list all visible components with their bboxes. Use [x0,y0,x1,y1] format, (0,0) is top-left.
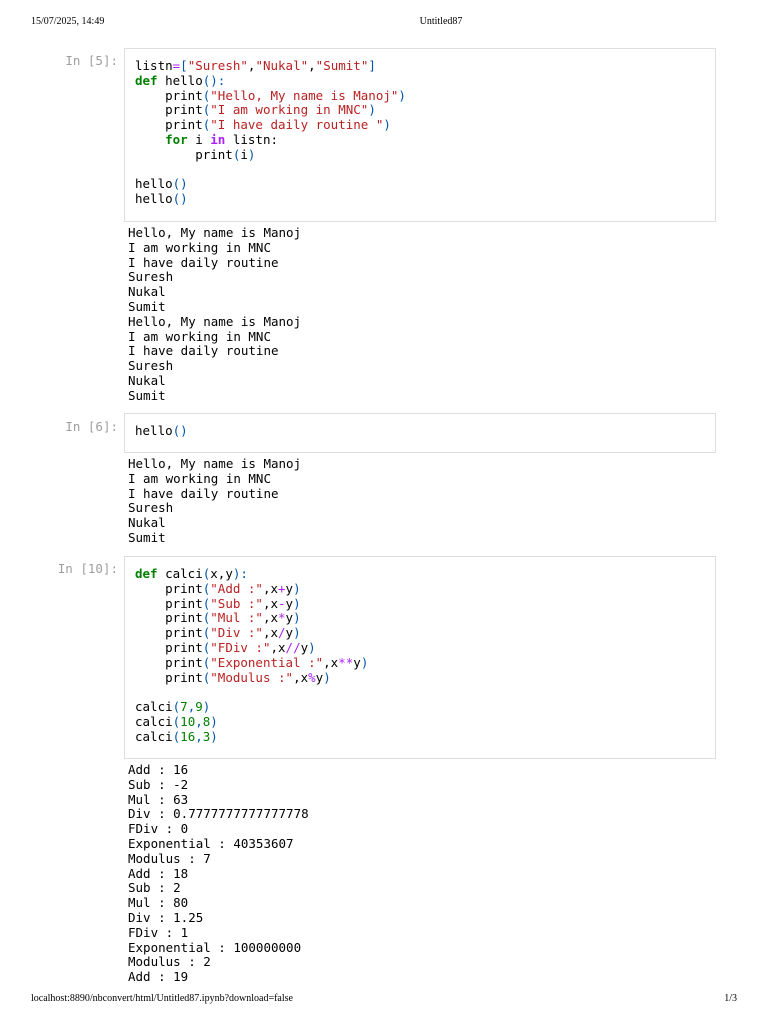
output-line: Sumit [128,387,166,403]
output-line: Add : 18 [128,865,189,881]
code-line: calci(16,3) [135,728,218,744]
output-line: Sub : -2 [128,776,189,792]
code-line: print("Modulus :",x%y) [135,669,331,685]
output-line: Sub : 2 [128,880,181,896]
print-footer: localhost:8890/nbconvert/html/Untitled87… [0,993,768,1007]
code-line: print("Mul :",x*y) [135,610,301,626]
code-line: def calci(x,y): [135,566,248,581]
code-cell-6[interactable]: hello() [124,413,716,453]
output-line: Suresh [128,358,174,374]
code-line: hello() [135,191,188,207]
output-line: Hello, My name is Manoj [128,225,302,240]
output-line: I am working in MNC [128,239,271,255]
output-line: FDiv : 0 [128,821,189,837]
cell-prompt-5: In [5]: [65,53,118,68]
cell-prompt-10: In [10]: [57,561,118,576]
code-input-10[interactable]: def calci(x,y): print("Add :",x+y) print… [125,557,715,745]
cell-prompt-6: In [6]: [65,419,118,434]
page-url: localhost:8890/nbconvert/html/Untitled87… [31,993,293,1004]
code-line: print("I am working in MNC") [135,102,376,118]
output-line: Mul : 80 [128,895,189,911]
output-line: Suresh [128,500,174,516]
output-line: I have daily routine [128,343,279,359]
output-line: Sumit [128,298,166,314]
code-line: print("Add :",x+y) [135,580,301,596]
output-line: Exponential : 100000000 [128,939,302,955]
code-line: hello() [135,176,188,192]
output-line: Div : 1.25 [128,909,204,925]
output-line: I am working in MNC [128,470,271,486]
code-line: for i in listn: [165,131,279,147]
code-line: print("FDiv :",x//y) [135,639,316,655]
code-line: listn=["Suresh","Nukal","Sumit"] [135,58,376,73]
code-line: print("Sub :",x-y) [135,595,301,611]
code-line: print("Exponential :",x**y) [135,654,369,670]
code-line: print(i) [135,146,256,162]
output-line: Suresh [128,269,174,285]
output-line: I have daily routine [128,485,279,501]
code-input-6[interactable]: hello() [125,414,715,439]
code-line: print("I have daily routine ") [135,117,391,133]
code-line: print("Hello, My name is Manoj") [135,87,406,103]
code-input-5[interactable]: listn=["Suresh","Nukal","Sumit"] def hell… [125,49,715,207]
output-line: Nukal [128,372,166,388]
cell-output-10: Add : 16 Sub : -2 Mul : 63 Div : 0.77777777… [128,762,309,985]
cell-output-6: Hello, My name is Manoj I am working in M… [128,456,302,546]
code-line: calci(7,9) [135,699,211,715]
notebook-title: Untitled87 [419,16,463,27]
print-header: 15/07/2025, 14:49 Untitled87 [0,16,768,30]
output-line: Add : 16 [128,762,189,777]
output-line: I have daily routine [128,254,279,270]
output-line: Modulus : 7 [128,850,211,866]
output-line: Exponential : 40353607 [128,835,294,851]
code-cell-10[interactable]: def calci(x,y): print("Add :",x+y) print… [124,556,716,759]
code-line: print("Div :",x/y) [135,625,301,641]
output-line: FDiv : 1 [128,924,189,940]
output-line: Hello, My name is Manoj [128,456,302,471]
code-cell-5[interactable]: listn=["Suresh","Nukal","Sumit"] def hell… [124,48,716,222]
code-line: calci(10,8) [135,713,218,729]
output-line: Add : 19 [128,969,189,985]
output-line: Hello, My name is Manoj [128,313,302,329]
cell-output-5: Hello, My name is Manoj I am working in M… [128,225,302,404]
output-line: I am working in MNC [128,328,271,344]
output-line: Sumit [128,529,166,545]
code-line: def hello(): [135,72,226,88]
output-line: Nukal [128,515,166,531]
output-line: Nukal [128,284,166,300]
output-line: Modulus : 2 [128,954,211,970]
page-number: 1/3 [724,993,737,1004]
output-line: Mul : 63 [128,791,189,807]
output-line: Div : 0.7777777777777778 [128,806,309,822]
code-line: hello() [135,423,188,438]
